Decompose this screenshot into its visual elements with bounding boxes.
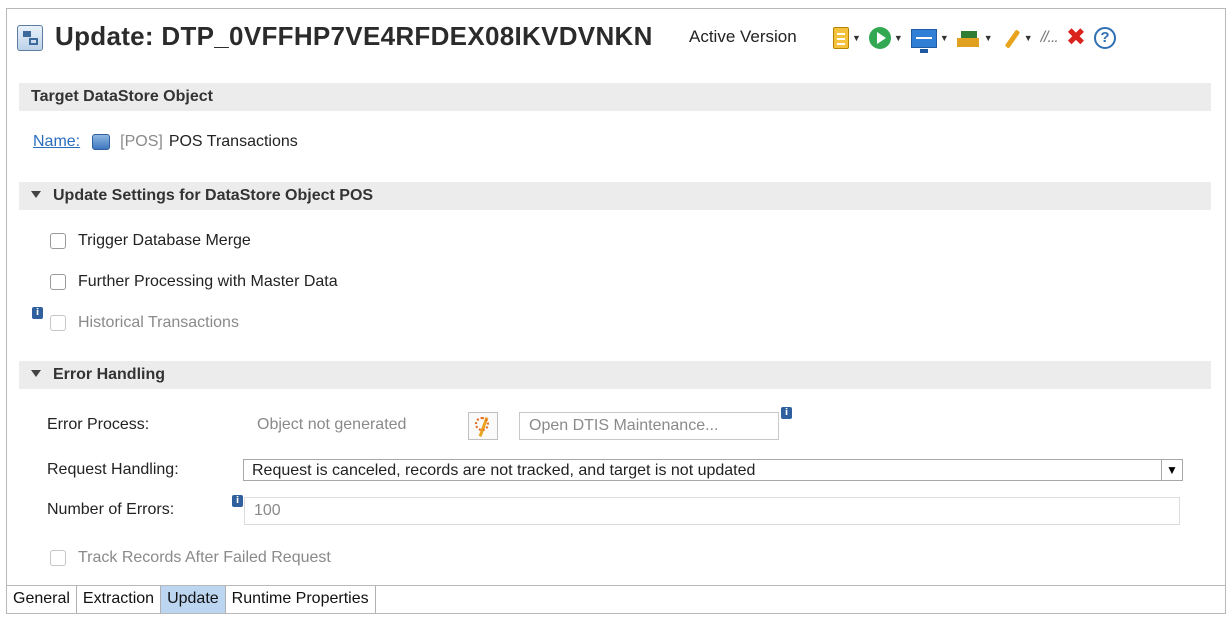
error-process-value-row: Object not generated xyxy=(257,416,406,434)
help-icon: ? xyxy=(1093,27,1116,49)
collapse-triangle-icon xyxy=(31,370,41,378)
number-errors-label: Number of Errors: xyxy=(47,501,175,518)
info-icon[interactable]: i xyxy=(32,307,43,319)
toolbar: ▼ ▼ ▼ ▼ ▼ //... ✖ ? xyxy=(833,23,1124,53)
help-button[interactable]: ? xyxy=(1093,24,1116,52)
collapse-triangle-icon xyxy=(31,191,41,199)
request-handling-value: Request is canceled, records are not tra… xyxy=(252,462,756,479)
monitor-button[interactable]: ▼ xyxy=(910,24,949,53)
option-track-records: Track Records After Failed Request xyxy=(50,549,331,567)
wrench-button[interactable]: ▼ xyxy=(1001,24,1033,52)
chevron-down-icon: ▼ xyxy=(939,33,949,43)
chevron-down-icon: ▼ xyxy=(983,33,993,43)
request-handling-select[interactable]: Request is canceled, records are not tra… xyxy=(243,459,1183,481)
target-name-row: Name: [POS] POS Transactions xyxy=(33,133,298,151)
generate-button[interactable] xyxy=(468,412,498,440)
historical-checkbox xyxy=(50,315,66,331)
dtp-object-icon xyxy=(17,25,43,51)
chevron-down-icon: ▼ xyxy=(1023,33,1033,43)
request-handling-label: Request Handling: xyxy=(47,461,179,478)
info-icon[interactable]: i xyxy=(232,495,243,507)
open-dtis-button[interactable]: Open DTIS Maintenance... xyxy=(519,412,779,440)
name-link[interactable]: Name: xyxy=(33,133,80,151)
further-processing-checkbox[interactable] xyxy=(50,274,66,290)
chevron-down-icon: ▼ xyxy=(852,33,861,43)
monitor-icon xyxy=(910,28,937,53)
editor-tabs: General Extraction Update Runtime Proper… xyxy=(7,585,1225,613)
tab-runtime-properties[interactable]: Runtime Properties xyxy=(226,586,376,613)
error-process-row: Error Process: xyxy=(47,416,149,434)
editor-frame: Update: DTP_0VFFHP7VE4RFDEX08IKVDVNKN Ac… xyxy=(6,8,1226,614)
error-handling-header[interactable]: Error Handling xyxy=(19,361,1211,389)
run-button[interactable]: ▼ xyxy=(868,24,903,52)
number-errors-input[interactable]: 100 xyxy=(244,497,1180,525)
name-value: POS Transactions xyxy=(168,133,298,150)
stack-button[interactable]: ▼ xyxy=(956,24,993,52)
close-button[interactable]: ✖ xyxy=(1066,24,1086,52)
dots-icon: //... xyxy=(1040,29,1059,46)
trigger-merge-checkbox[interactable] xyxy=(50,233,66,249)
tab-general[interactable]: General xyxy=(7,586,77,613)
option-historical: Historical Transactions xyxy=(50,314,239,332)
more-button[interactable]: //... xyxy=(1040,24,1059,52)
further-processing-label: Further Processing with Master Data xyxy=(78,273,338,290)
error-handling-title: Error Handling xyxy=(53,366,166,383)
trigger-merge-label: Trigger Database Merge xyxy=(78,232,251,249)
error-process-label: Error Process: xyxy=(47,416,150,433)
update-settings-title: Update Settings for DataStore Object POS xyxy=(53,187,374,204)
document-icon xyxy=(833,27,849,49)
close-icon: ✖ xyxy=(1065,24,1086,51)
page-title: Update: DTP_0VFFHP7VE4RFDEX08IKVDVNKN xyxy=(55,21,653,51)
run-icon xyxy=(868,27,891,49)
editor-header: Update: DTP_0VFFHP7VE4RFDEX08IKVDVNKN Ac… xyxy=(7,9,1225,71)
number-errors-row: Number of Errors: xyxy=(47,501,174,519)
option-further-processing[interactable]: Further Processing with Master Data xyxy=(50,273,338,291)
version-label: Active Version xyxy=(689,27,797,46)
track-records-label: Track Records After Failed Request xyxy=(78,549,331,566)
target-section-title: Target DataStore Object xyxy=(31,88,213,105)
datastore-icon xyxy=(92,134,111,150)
target-section-header: Target DataStore Object xyxy=(19,83,1211,111)
tab-update[interactable]: Update xyxy=(161,586,226,613)
name-prefix: [POS] xyxy=(120,133,163,150)
update-settings-header[interactable]: Update Settings for DataStore Object POS xyxy=(19,182,1211,210)
chevron-down-icon: ▼ xyxy=(893,33,903,43)
tab-extraction[interactable]: Extraction xyxy=(77,586,162,613)
stack-icon xyxy=(956,29,981,47)
dropdown-arrow-icon[interactable]: ▼ xyxy=(1161,460,1182,480)
error-process-value: Object not generated xyxy=(257,416,407,433)
option-trigger-merge[interactable]: Trigger Database Merge xyxy=(50,232,251,250)
historical-label: Historical Transactions xyxy=(78,314,239,331)
track-records-checkbox xyxy=(50,550,66,566)
info-icon[interactable]: i xyxy=(781,407,792,419)
wrench-icon xyxy=(1001,27,1021,49)
request-handling-row: Request Handling: xyxy=(47,461,179,479)
document-button[interactable]: ▼ xyxy=(833,24,861,52)
